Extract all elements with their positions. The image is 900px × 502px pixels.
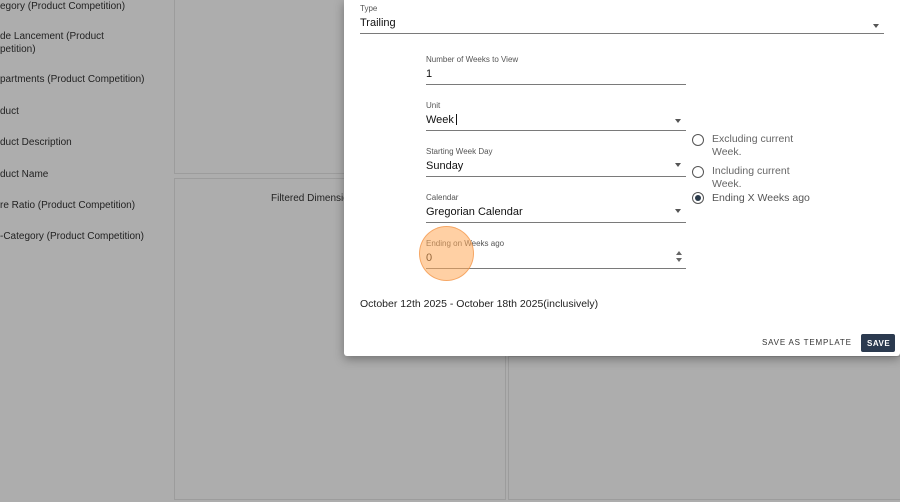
ending-weeks-ago-input[interactable]: Ending on Weeks ago 0 [426,239,686,271]
calendar-label: Calendar [426,193,459,202]
date-range-summary: October 12th 2025 - October 18th 2025(in… [360,298,599,310]
radio-label: Excluding current Week. [712,133,794,158]
number-of-weeks-underline [426,84,686,85]
unit-value: Week [426,114,457,126]
chevron-down-icon [675,119,681,123]
radio-including-current-week[interactable]: Including current Week. [692,165,822,192]
number-of-weeks-label: Number of Weeks to View [426,55,519,64]
unit-label: Unit [426,101,441,110]
number-of-weeks-value: 1 [426,68,433,80]
ending-weeks-ago-label: Ending on Weeks ago [426,239,505,248]
radio-label: Ending X Weeks ago [712,192,810,204]
radio-button[interactable] [692,192,704,204]
calendar-value: Gregorian Calendar [426,206,523,218]
ending-weeks-ago-value: 0 [426,252,433,264]
type-label: Type [360,4,378,13]
radio-button[interactable] [692,134,704,146]
chevron-down-icon [675,163,681,167]
unit-select[interactable]: Unit Week [426,101,686,133]
radio-button[interactable] [692,166,704,178]
unit-underline [426,130,686,131]
save-button[interactable]: SAVE [861,334,895,352]
unit-value-text: Week [426,114,454,126]
chevron-down-icon [873,24,879,28]
calendar-underline [426,222,686,223]
text-cursor [455,114,457,125]
starting-week-day-label: Starting Week Day [426,147,493,156]
spin-up-icon [676,251,682,255]
calendar-select[interactable]: Calendar Gregorian Calendar [426,193,686,225]
starting-week-day-select[interactable]: Starting Week Day Sunday [426,147,686,179]
trailing-date-dialog: Type Trailing Number of Weeks to View 1 … [344,0,900,356]
starting-week-day-value: Sunday [426,160,464,172]
chevron-down-icon [675,209,681,213]
radio-excluding-current-week[interactable]: Excluding current Week. [692,133,822,160]
radio-label: Including current Week. [712,165,790,190]
ending-weeks-ago-underline [426,268,686,269]
save-as-template-button[interactable]: SAVE AS TEMPLATE [756,334,858,352]
radio-ending-x-weeks-ago[interactable]: Ending X Weeks ago [692,192,822,206]
number-of-weeks-input[interactable]: Number of Weeks to View 1 [426,55,686,87]
type-select[interactable]: Type Trailing [360,4,884,36]
number-spinner-icon[interactable] [676,251,684,263]
type-value: Trailing [360,17,396,29]
type-underline [360,33,884,34]
spin-down-icon [676,258,682,262]
starting-week-day-underline [426,176,686,177]
